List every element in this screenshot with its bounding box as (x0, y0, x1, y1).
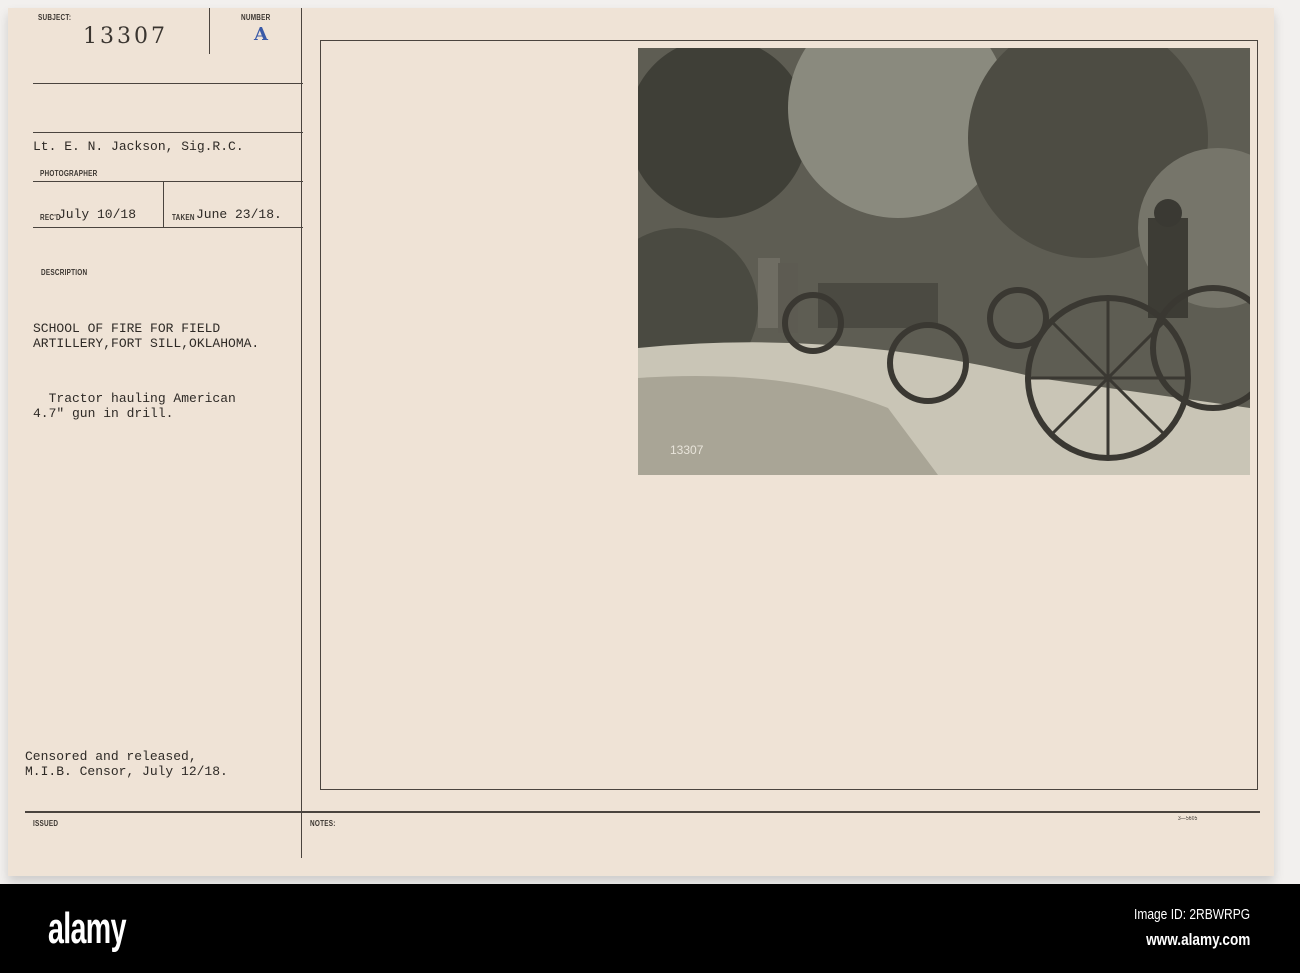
description-line2: ARTILLERY,FORT SILL,OKLAHOMA. (33, 336, 260, 351)
form-number: 3—5605 (1178, 816, 1198, 822)
notes-label: NOTES: (310, 819, 336, 828)
number-label: NUMBER (241, 13, 271, 22)
alamy-url[interactable]: www.alamy.com (1146, 930, 1250, 950)
photographer-name: Lt. E. N. Jackson, Sig.R.C. (33, 139, 244, 154)
taken-value: June 23/18. (196, 207, 282, 222)
subject-label: SUBJECT: (38, 13, 72, 22)
issued-label: ISSUED (33, 819, 59, 828)
censor-line2: M.I.B. Censor, July 12/18. (25, 764, 228, 779)
caption-line2: 4.7" gun in drill. (33, 406, 174, 421)
photographer-label: PHOTOGRAPHER (40, 169, 98, 178)
photo-number: 13307 (670, 443, 704, 457)
censor-line1: Censored and released, (25, 749, 197, 764)
archive-card: SUBJECT: 13307 NUMBER A Lt. E. N. Jackso… (8, 8, 1274, 876)
subject-value: 13307 (83, 24, 168, 49)
number-value: A (254, 24, 268, 45)
caption-line1: Tractor hauling American (33, 391, 236, 406)
recd-value: July 10/18 (58, 207, 137, 222)
image-id: Image ID: 2RBWRPG (1133, 906, 1250, 923)
alamy-logo: alamy (48, 904, 126, 953)
photograph: 13307 (638, 48, 1250, 475)
taken-label: TAKEN (172, 213, 195, 222)
watermark-footer: alamy Image ID: 2RBWRPG www.alamy.com (0, 884, 1300, 973)
description-label: DESCRIPTION (41, 268, 88, 277)
tractor-gun-photo (638, 48, 1250, 475)
description-line1: SCHOOL OF FIRE FOR FIELD (33, 321, 221, 336)
